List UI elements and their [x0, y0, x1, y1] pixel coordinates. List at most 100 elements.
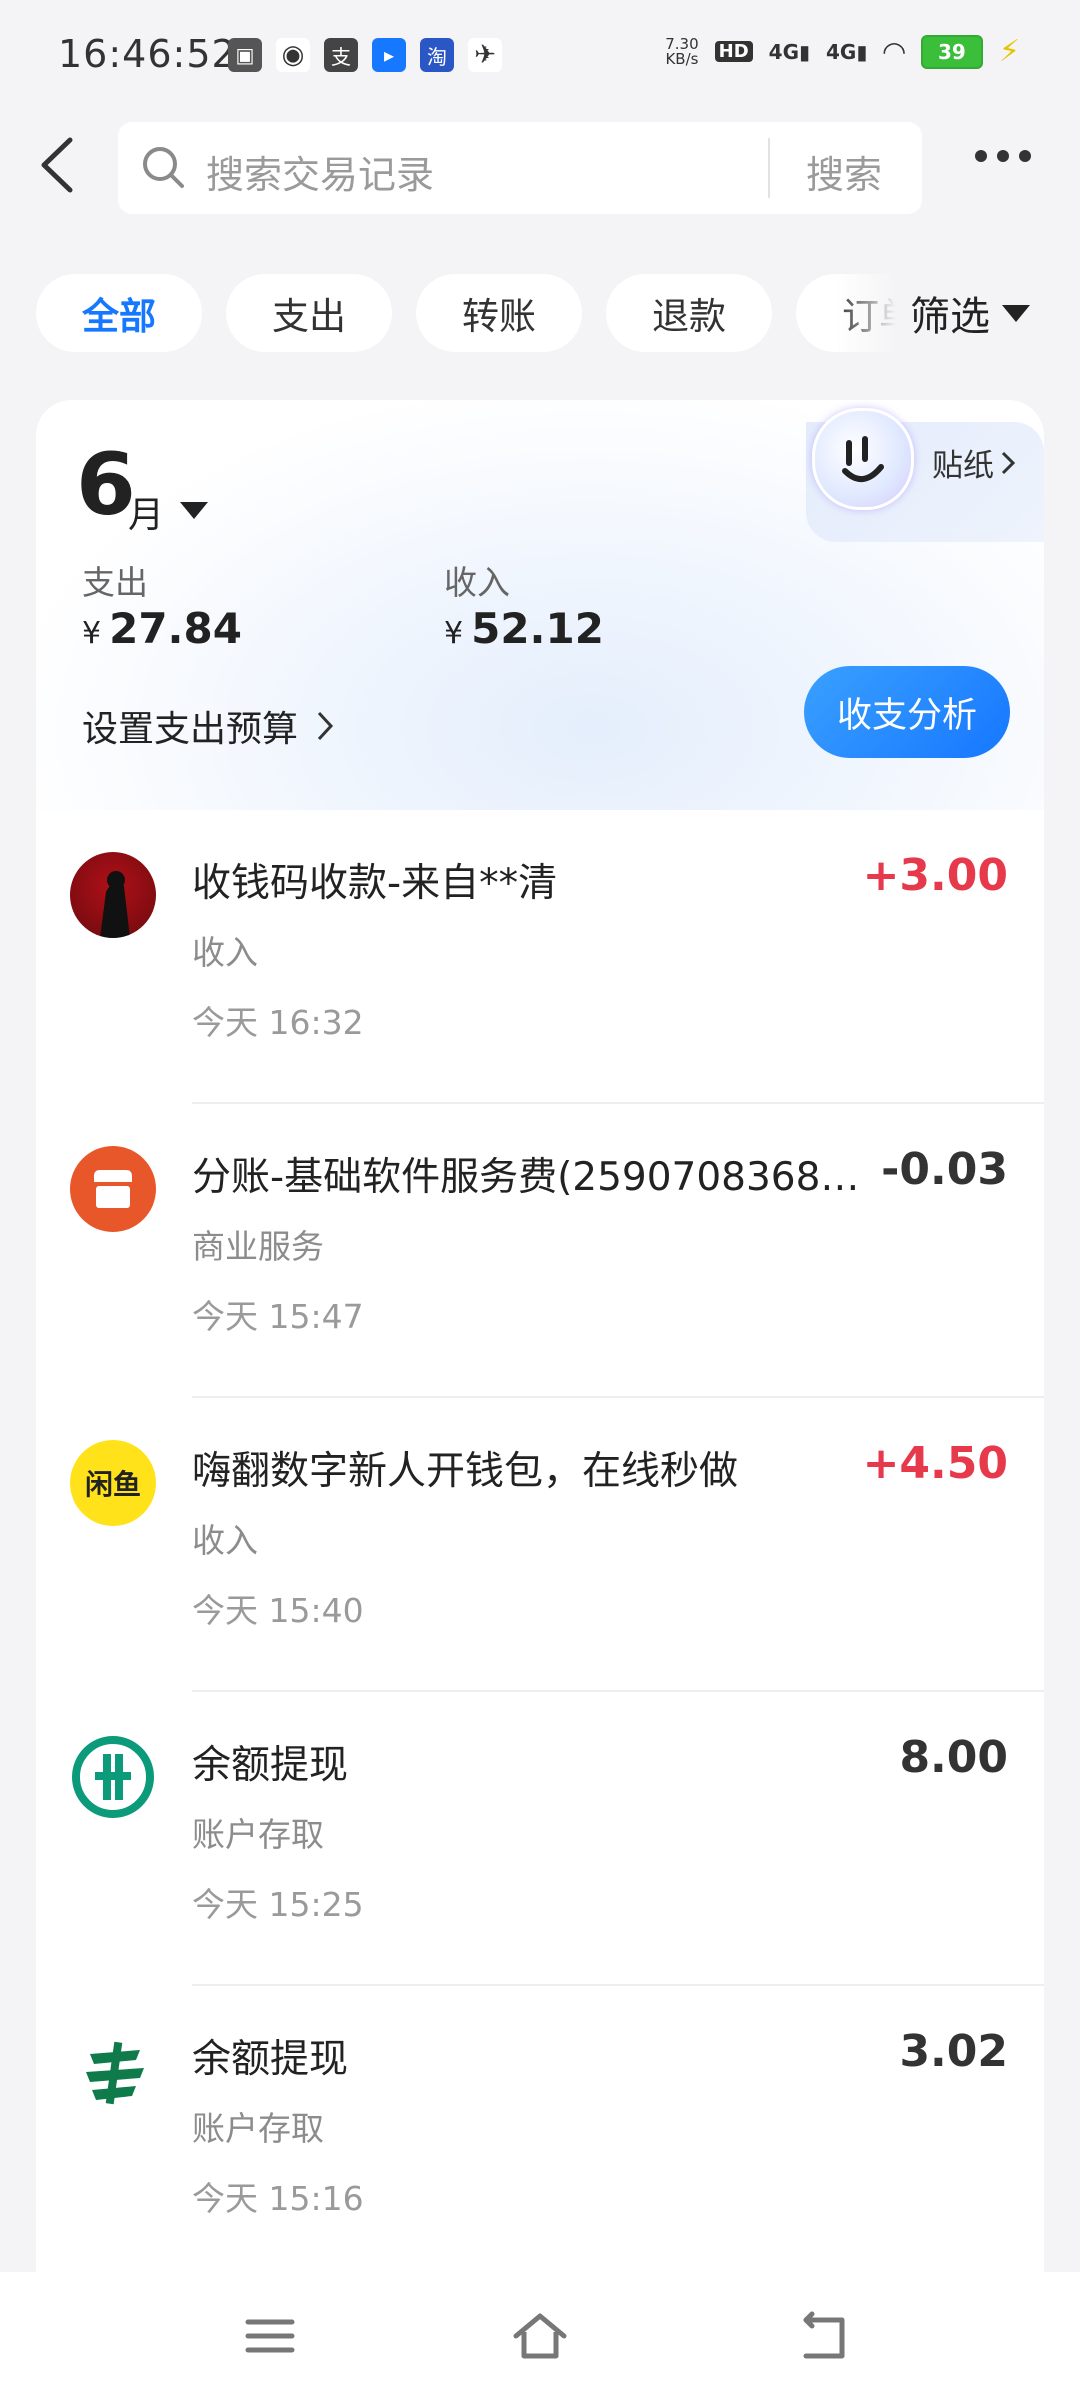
chevron-right-icon [317, 711, 334, 741]
more-dot-icon [1019, 150, 1031, 162]
month-unit[interactable]: 月 [128, 486, 164, 538]
analysis-button[interactable]: 收支分析 [804, 666, 1010, 758]
month-summary: 贴纸 6 月 支出 ¥27.84 收入 ¥52.12 设置支出预算 收支分析 [36, 400, 1044, 810]
transaction-title: 余额提现 [192, 2037, 349, 2082]
chevron-right-icon [1001, 451, 1016, 474]
home-nav-button[interactable] [510, 2308, 570, 2364]
transaction-time: 今天 15:16 [192, 2179, 364, 2218]
transaction-category: 账户存取 [192, 2109, 324, 2148]
more-button[interactable] [975, 150, 1031, 162]
filter-button[interactable]: 筛选 [910, 284, 1030, 342]
xianyu-logo-text: 闲鱼 [84, 1468, 141, 1501]
status-system-icons: 7.30 KB/s HD 4G▮ 4G▮ ◠ 39 ⚡ [665, 34, 1020, 69]
transaction-card: 贴纸 6 月 支出 ¥27.84 收入 ¥52.12 设置支出预算 收支分析 收… [36, 400, 1044, 2400]
set-budget-link[interactable]: 设置支出预算 [82, 700, 334, 752]
currency-symbol: ¥ [444, 616, 464, 651]
sticker-label: 贴纸 [932, 448, 994, 484]
back-button[interactable] [30, 130, 90, 200]
expense-label: 支出 [82, 563, 148, 602]
xianyu-logo: 闲鱼 [70, 1440, 156, 1526]
expense-value: 27.84 [109, 604, 242, 653]
currency-symbol: ¥ [82, 616, 102, 651]
back-arrow-icon [41, 137, 73, 193]
transaction-row[interactable]: 余额提现 账户存取 今天 15:16 3.02 [36, 1986, 1044, 2280]
transaction-time: 今天 15:47 [192, 1297, 364, 1336]
net-speed-unit: KB/s [665, 49, 699, 68]
wifi-icon: ◠ [883, 35, 905, 68]
back-nav-button[interactable] [794, 2308, 854, 2364]
abc-bank-logo [70, 1734, 156, 1820]
income-total: ¥52.12 [444, 604, 604, 653]
menu-nav-button[interactable] [240, 2308, 300, 2364]
status-time: 16:46:52 [58, 32, 237, 76]
sticker-face-icon[interactable] [812, 408, 914, 510]
chinese-app-icon: 淘 [420, 38, 454, 72]
transaction-row[interactable]: 闲鱼 嗨翻数字新人开钱包，在线秒做 收入 今天 15:40 +4.50 [36, 1398, 1044, 1692]
transaction-category: 商业服务 [192, 1227, 324, 1266]
battery-icon: 39 [920, 34, 983, 69]
filter-label: 筛选 [910, 294, 990, 340]
status-bar: 16:46:52 ▣ ◉ 支 ▸ 淘 ✈ 7.30 KB/s HD 4G▮ 4G… [0, 0, 1080, 110]
menu-icon [245, 2319, 295, 2353]
expense-total: ¥27.84 [82, 604, 242, 653]
income-label: 收入 [444, 563, 510, 602]
search-input[interactable]: 搜索交易记录 [206, 144, 434, 199]
search-divider [768, 138, 770, 198]
month-number[interactable]: 6 [76, 442, 136, 528]
cast-icon: ▣ [228, 38, 262, 72]
search-bar[interactable]: 搜索交易记录 搜索 [118, 122, 922, 214]
transaction-title: 收钱码收款-来自**清 [192, 861, 558, 906]
transaction-row[interactable]: 收钱码收款-来自**清 收入 今天 16:32 +3.00 [36, 810, 1044, 1104]
sticker-link[interactable]: 贴纸 [932, 440, 1016, 485]
more-dot-icon [997, 150, 1009, 162]
transaction-title: 嗨翻数字新人开钱包，在线秒做 [192, 1449, 739, 1494]
transaction-amount: +3.00 [862, 850, 1008, 901]
status-app-icons: ▣ ◉ 支 ▸ 淘 ✈ [228, 38, 502, 72]
net-speed: 7.30 KB/s [665, 36, 699, 68]
hd-icon: HD [714, 41, 753, 62]
budget-link-label: 设置支出预算 [82, 709, 299, 750]
transaction-category: 收入 [192, 933, 258, 972]
search-button[interactable]: 搜索 [806, 144, 882, 199]
smile-icon [842, 436, 884, 482]
user-avatar [70, 852, 156, 938]
sim1-label: 4G [768, 39, 799, 64]
postal-bank-logo [70, 2028, 156, 2114]
tab-expense[interactable]: 支出 [226, 274, 392, 352]
tab-transfer[interactable]: 转账 [416, 274, 582, 352]
home-icon [513, 2313, 567, 2359]
income-value: 52.12 [471, 604, 604, 653]
postal-logo-icon [86, 2041, 144, 2105]
transaction-time: 今天 15:40 [192, 1591, 364, 1630]
transaction-amount: 3.02 [899, 2026, 1008, 2077]
weibo-icon: ◉ [276, 38, 310, 72]
store-icon [70, 1146, 156, 1232]
charging-icon: ⚡ [998, 34, 1020, 69]
tab-refund[interactable]: 退款 [606, 274, 772, 352]
transaction-amount: -0.03 [881, 1144, 1008, 1195]
app-icon: ▸ [372, 38, 406, 72]
month-caret-down-icon[interactable] [180, 502, 208, 519]
transaction-time: 今天 16:32 [192, 1003, 364, 1042]
caret-down-icon [1002, 304, 1030, 322]
signal-icon-1: 4G▮ [768, 39, 811, 64]
transaction-row[interactable]: 分账-基础软件服务费(259070836838... 商业服务 今天 15:47… [36, 1104, 1044, 1398]
signal-icon-2: 4G▮ [826, 39, 868, 64]
tab-all[interactable]: 全部 [36, 274, 202, 352]
system-nav-bar [0, 2272, 1080, 2400]
sim2-label: 4G [826, 39, 857, 64]
transaction-time: 今天 15:25 [192, 1885, 364, 1924]
bank-logo-icon [72, 1736, 154, 1818]
transaction-row[interactable]: 余额提现 账户存取 今天 15:25 8.00 [36, 1692, 1044, 1986]
back-nav-icon [803, 2311, 845, 2359]
bird-icon: ✈ [468, 38, 502, 72]
transaction-title: 余额提现 [192, 1743, 349, 1788]
search-icon [143, 147, 184, 188]
transaction-title: 分账-基础软件服务费(259070836838... [192, 1155, 882, 1200]
transaction-category: 账户存取 [192, 1815, 324, 1854]
transaction-category: 收入 [192, 1521, 258, 1560]
tabs-fade [836, 270, 896, 360]
more-dot-icon [975, 150, 987, 162]
person-silhouette-icon [100, 871, 130, 938]
filter-tabs: 全部 支出 转账 退款 订单 [36, 274, 896, 354]
